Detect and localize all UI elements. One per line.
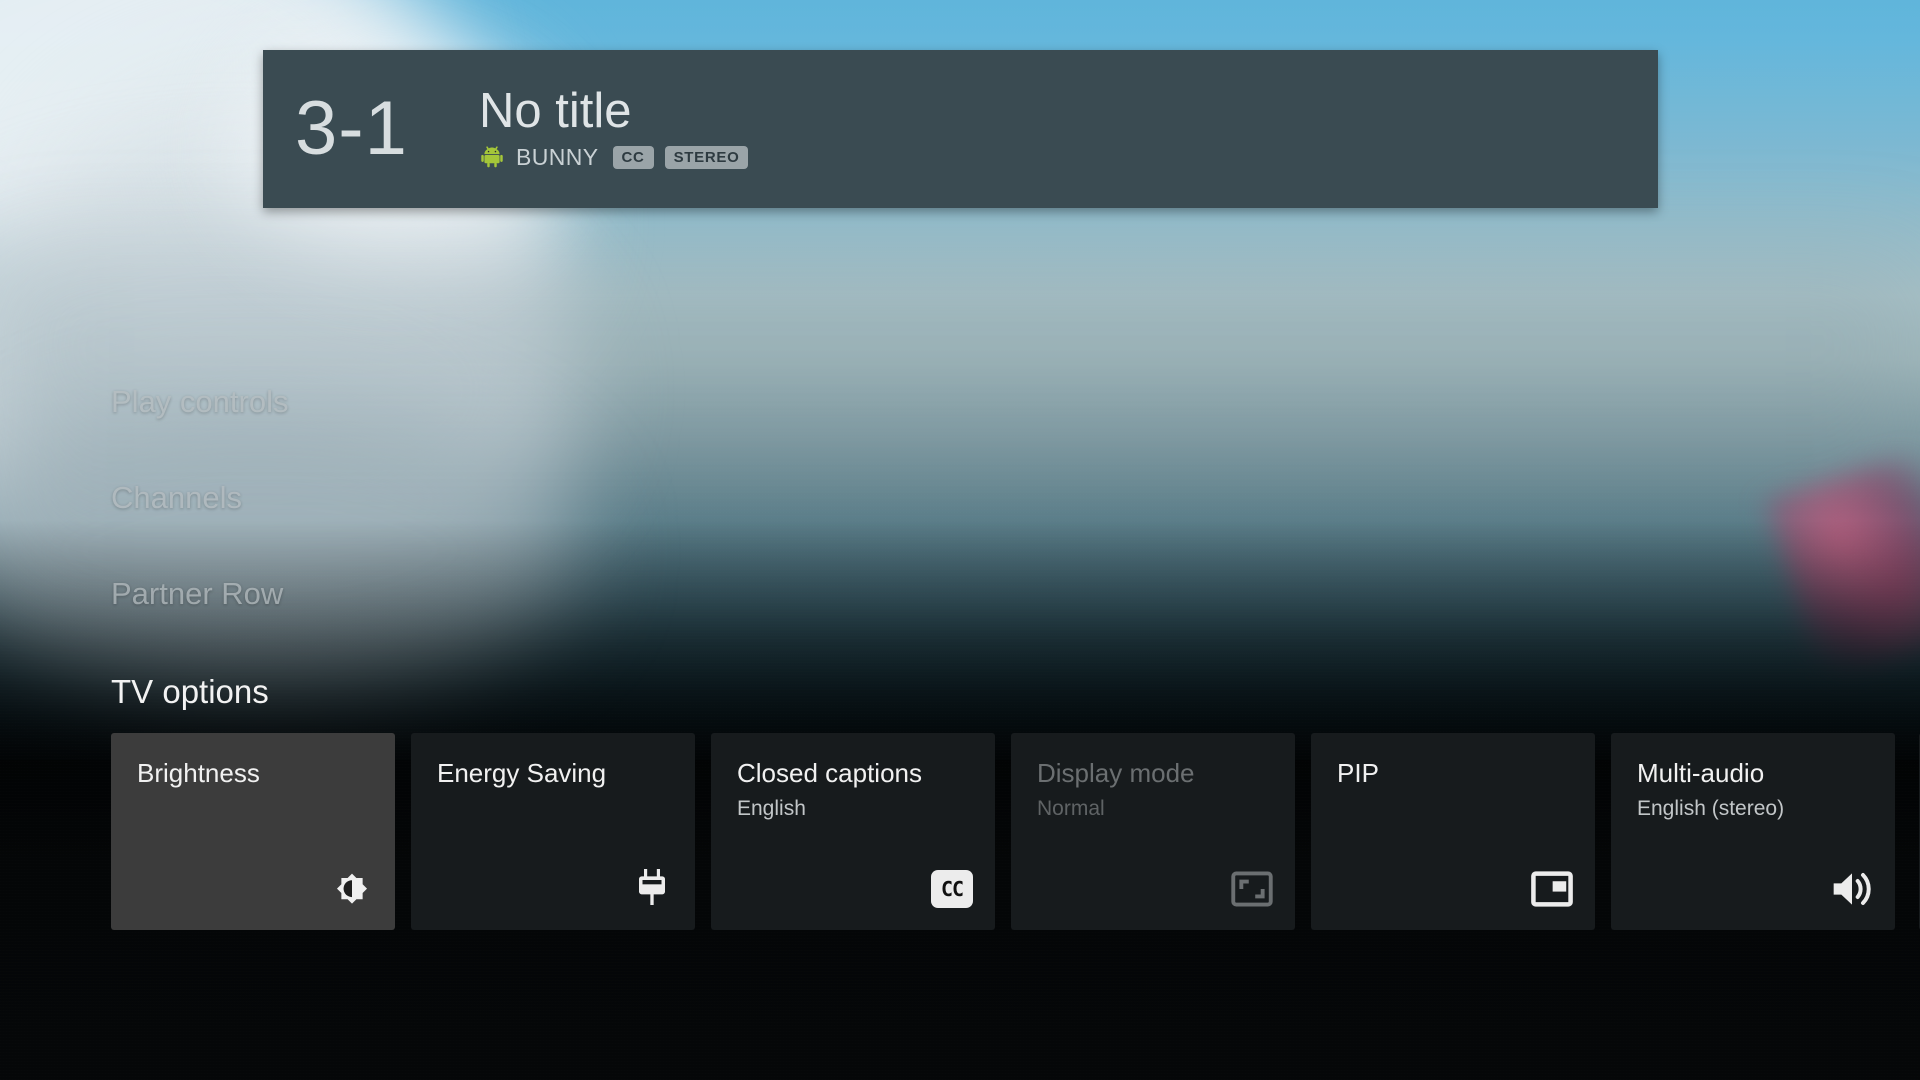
badge-cc: CC: [612, 146, 654, 170]
tv-option-brightness[interactable]: Brightness: [111, 733, 395, 930]
volume-up-icon: [1829, 866, 1875, 912]
quick-settings-menu: Play controls Channels Partner Row: [111, 384, 288, 673]
tv-options-heading: TV options: [111, 673, 269, 710]
menu-item-partner-row[interactable]: Partner Row: [111, 577, 288, 611]
power-plug-icon: [629, 866, 675, 912]
channel-meta-row: BUNNY CC STEREO: [479, 144, 1658, 172]
tv-option-energy-saving[interactable]: Energy Saving: [411, 733, 695, 930]
tv-option-multi-audio[interactable]: Multi-audio English (stereo): [1611, 733, 1895, 930]
program-title: No title: [479, 84, 632, 139]
card-title: Energy Saving: [437, 758, 607, 788]
card-title: Display mode: [1037, 758, 1195, 788]
card-subtitle: Normal: [1037, 796, 1105, 820]
channel-banner: 3-1 No title BUNNY CC STEREO: [263, 50, 1658, 208]
channel-info: No title BUNNY CC STEREO: [473, 84, 1658, 172]
tv-options-row: Brightness Energy Saving Closed captions…: [111, 733, 1895, 930]
badge-stereo: STEREO: [664, 146, 749, 170]
menu-item-play-controls[interactable]: Play controls: [111, 384, 288, 419]
card-subtitle: English (stereo): [1637, 796, 1785, 820]
cc-glyph: CC: [931, 870, 973, 908]
closed-caption-icon: CC: [929, 866, 975, 912]
card-title: Multi-audio: [1637, 758, 1765, 788]
card-title: Closed captions: [737, 758, 922, 788]
card-subtitle: English: [737, 796, 806, 820]
tv-option-display-mode[interactable]: Display mode Normal: [1011, 733, 1295, 930]
tv-option-pip[interactable]: PIP: [1311, 733, 1595, 930]
channel-number: 3-1: [295, 86, 408, 171]
card-title: Brightness: [137, 758, 260, 788]
picture-in-picture-icon: [1529, 866, 1575, 912]
card-title: PIP: [1337, 758, 1379, 788]
menu-item-channels[interactable]: Channels: [111, 480, 288, 515]
app-name: BUNNY: [516, 144, 599, 171]
android-robot-icon: [479, 142, 505, 173]
tv-quick-settings-screen: 3-1 No title BUNNY CC STEREO Play contro…: [0, 0, 1920, 1080]
aspect-ratio-icon: [1229, 866, 1275, 912]
tv-option-closed-captions[interactable]: Closed captions English CC: [711, 733, 995, 930]
brightness-icon: [329, 866, 375, 912]
